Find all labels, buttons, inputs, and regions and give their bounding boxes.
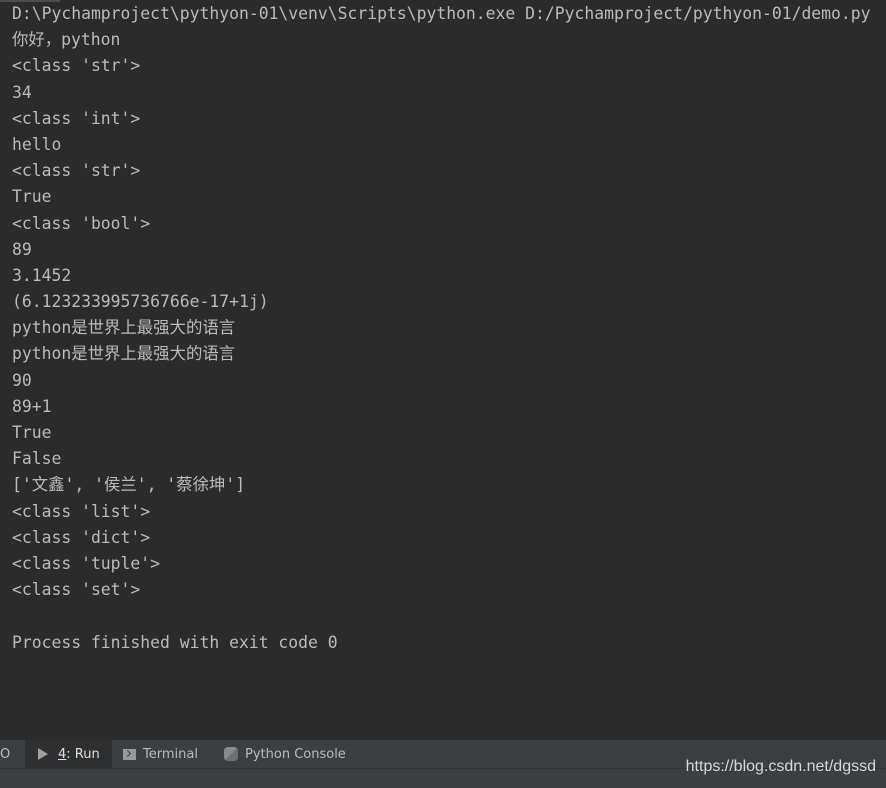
tab-terminal[interactable]: Terminal (123, 740, 198, 768)
console-line: (6.123233995736766e-17+1j) (12, 292, 269, 312)
tab-run[interactable]: 4: Run (25, 740, 112, 768)
console-line: False (12, 449, 62, 469)
console-line: 90 (12, 370, 32, 390)
console-line: 3.1452 (12, 265, 72, 285)
tab-partial[interactable]: O (0, 740, 20, 768)
watermark: https://blog.csdn.net/dgssd (685, 758, 876, 775)
tab-terminal-label: Terminal (143, 746, 198, 762)
console-line: 你好，python (12, 30, 121, 50)
python-icon (224, 747, 238, 761)
console-line: <class 'dict'> (12, 527, 151, 547)
run-console-output[interactable]: D:\Pychamproject\pythyon-01\venv\Scripts… (0, 0, 886, 740)
console-line: <class 'tuple'> (12, 553, 161, 573)
console-line: <class 'bool'> (12, 213, 151, 233)
console-line: Process finished with exit code 0 (12, 632, 338, 652)
console-line: <class 'int'> (12, 108, 141, 128)
console-line: D:\Pychamproject\pythyon-01\venv\Scripts… (12, 4, 871, 23)
console-line: <class 'str'> (12, 56, 141, 76)
console-line: <class 'list'> (12, 501, 151, 521)
terminal-icon (123, 748, 136, 760)
console-line: python是世界上最强大的语言 (12, 344, 236, 364)
console-line: <class 'set'> (12, 580, 141, 600)
console-line: python是世界上最强大的语言 (12, 318, 236, 338)
console-line: 89 (12, 239, 32, 259)
console-line: <class 'str'> (12, 161, 141, 181)
tab-partial-label: O (0, 746, 11, 762)
console-line: 34 (12, 82, 32, 102)
tab-run-label: : Run (66, 746, 100, 762)
tab-python-console-label: Python Console (245, 746, 346, 762)
console-line: 89+1 (12, 396, 52, 416)
console-line: True (12, 187, 52, 207)
console-line: hello (12, 134, 62, 154)
tab-python-console[interactable]: Python Console (224, 740, 346, 768)
console-lines: D:\Pychamproject\pythyon-01\venv\Scripts… (12, 1, 871, 656)
run-mnemonic: 4 (58, 746, 67, 762)
play-icon (38, 748, 48, 760)
console-line: ['文鑫', '侯兰', '蔡徐坤'] (12, 475, 246, 495)
console-line: True (12, 423, 52, 442)
